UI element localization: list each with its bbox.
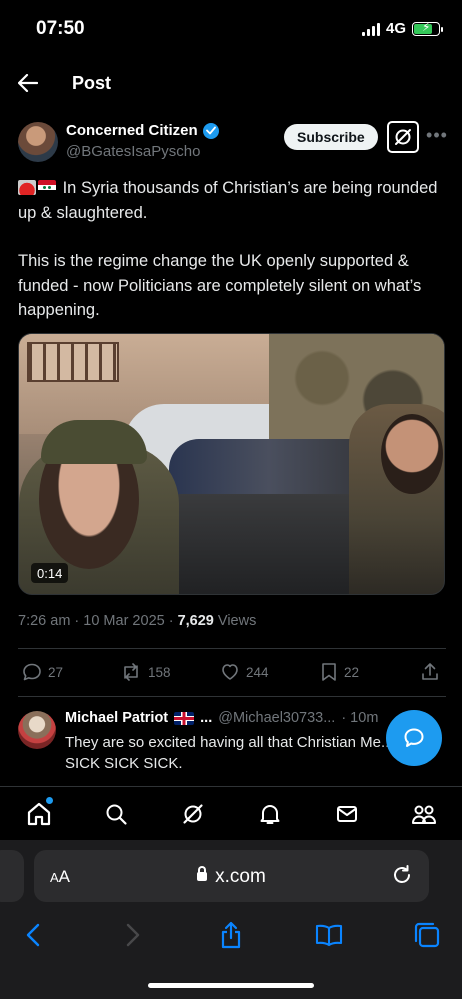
status-icons: 4G ⚡ — [361, 20, 443, 37]
home-icon[interactable] — [24, 797, 54, 829]
verified-badge-icon — [202, 122, 219, 139]
reply-action[interactable]: 27 — [22, 662, 63, 682]
heart-icon — [222, 664, 238, 680]
url-text: x.com — [215, 866, 266, 887]
author-handle[interactable]: @BGatesIsaPyscho — [66, 143, 200, 160]
author-name-row: Concerned Citizen — [66, 122, 219, 139]
more-options-icon[interactable]: ••• — [426, 124, 448, 146]
like-count: 244 — [246, 664, 269, 680]
network-label: 4G — [385, 20, 406, 37]
post-text-1: In Syria thousands of Christian’s are be… — [18, 179, 438, 222]
battery-icon: ⚡ — [412, 20, 443, 36]
post-paragraph-1: In Syria thousands of Christian’s are be… — [18, 176, 446, 225]
reply-header: Michael Patriot ... @Michael30733... · 1… — [65, 710, 378, 726]
divider — [18, 696, 446, 697]
post-header: Post — [0, 64, 462, 102]
status-time: 07:50 — [36, 18, 85, 39]
status-bar: 07:50 4G ⚡ — [0, 0, 462, 60]
reply-handle[interactable]: @Michael30733... — [218, 710, 335, 726]
share-action[interactable] — [420, 662, 440, 682]
browser-toolbar: AA x.com — [0, 840, 462, 999]
address-bar[interactable]: AA x.com — [34, 850, 429, 902]
syria-flag-icon — [38, 180, 56, 195]
bookmarks-book-icon[interactable] — [314, 920, 344, 950]
chat-bubble-icon — [404, 728, 424, 747]
messages-icon[interactable] — [332, 799, 362, 829]
reload-icon[interactable] — [391, 864, 413, 886]
reply-author-name[interactable]: Michael Patriot — [65, 710, 168, 726]
previous-tab[interactable] — [0, 850, 24, 902]
post-meta: 7:26 am · 10 Mar 2025 · 7,629 Views — [18, 613, 256, 629]
post-timestamp: 7:26 am · 10 Mar 2025 · — [18, 613, 178, 629]
post-author: Concerned Citizen @BGatesIsaPyscho Subsc… — [18, 118, 448, 164]
divider — [18, 648, 446, 649]
bookmark-icon — [322, 663, 336, 681]
browser-share-icon[interactable] — [216, 920, 246, 950]
views-label: Views — [213, 613, 257, 629]
reply-icon — [23, 663, 41, 681]
repost-action[interactable]: 158 — [120, 662, 171, 682]
author-name[interactable]: Concerned Citizen — [66, 122, 198, 139]
tabs-icon[interactable] — [412, 920, 442, 950]
compose-reply-button[interactable] — [386, 710, 442, 766]
browser-back-icon[interactable] — [18, 920, 48, 950]
search-icon[interactable] — [101, 799, 131, 829]
lock-icon — [197, 866, 208, 881]
reply-avatar[interactable] — [18, 711, 56, 749]
back-arrow-icon[interactable] — [16, 71, 40, 95]
siren-emoji-icon — [18, 180, 36, 195]
url-display: x.com — [34, 866, 429, 888]
browser-forward-icon[interactable] — [118, 920, 148, 950]
page-title: Post — [72, 72, 112, 93]
signal-icon — [361, 22, 380, 36]
home-indicator[interactable] — [148, 983, 314, 988]
reply-name-ellipsis: ... — [200, 710, 213, 726]
reply-time: · 10m — [341, 710, 379, 726]
post-paragraph-2: This is the regime change the UK openly … — [18, 252, 422, 319]
subscribe-button[interactable]: Subscribe — [284, 124, 378, 150]
bookmark-action[interactable]: 22 — [320, 662, 359, 682]
uk-flag-icon — [174, 711, 195, 725]
grok-icon[interactable] — [178, 799, 208, 829]
reply-item[interactable]: Michael Patriot ... @Michael30733... · 1… — [18, 708, 448, 778]
author-avatar[interactable] — [18, 122, 58, 162]
repost-count: 158 — [148, 664, 171, 680]
bottom-nav — [0, 786, 462, 840]
post-body: In Syria thousands of Christian’s are be… — [18, 176, 446, 347]
like-action[interactable]: 244 — [220, 662, 269, 682]
reply-text: They are so excited having all that Chri… — [65, 734, 394, 772]
post-actions: 27 158 244 22 — [22, 662, 442, 686]
video-duration: 0:14 — [31, 563, 69, 583]
repost-icon — [124, 663, 138, 681]
reply-count: 27 — [48, 664, 64, 680]
views-count[interactable]: 7,629 — [178, 613, 214, 629]
bookmark-count: 22 — [344, 664, 360, 680]
grok-icon[interactable] — [387, 121, 419, 153]
share-icon — [422, 663, 438, 680]
post-video[interactable]: 0:14 — [18, 333, 445, 595]
notifications-icon[interactable] — [255, 799, 285, 829]
communities-icon[interactable] — [409, 799, 439, 829]
